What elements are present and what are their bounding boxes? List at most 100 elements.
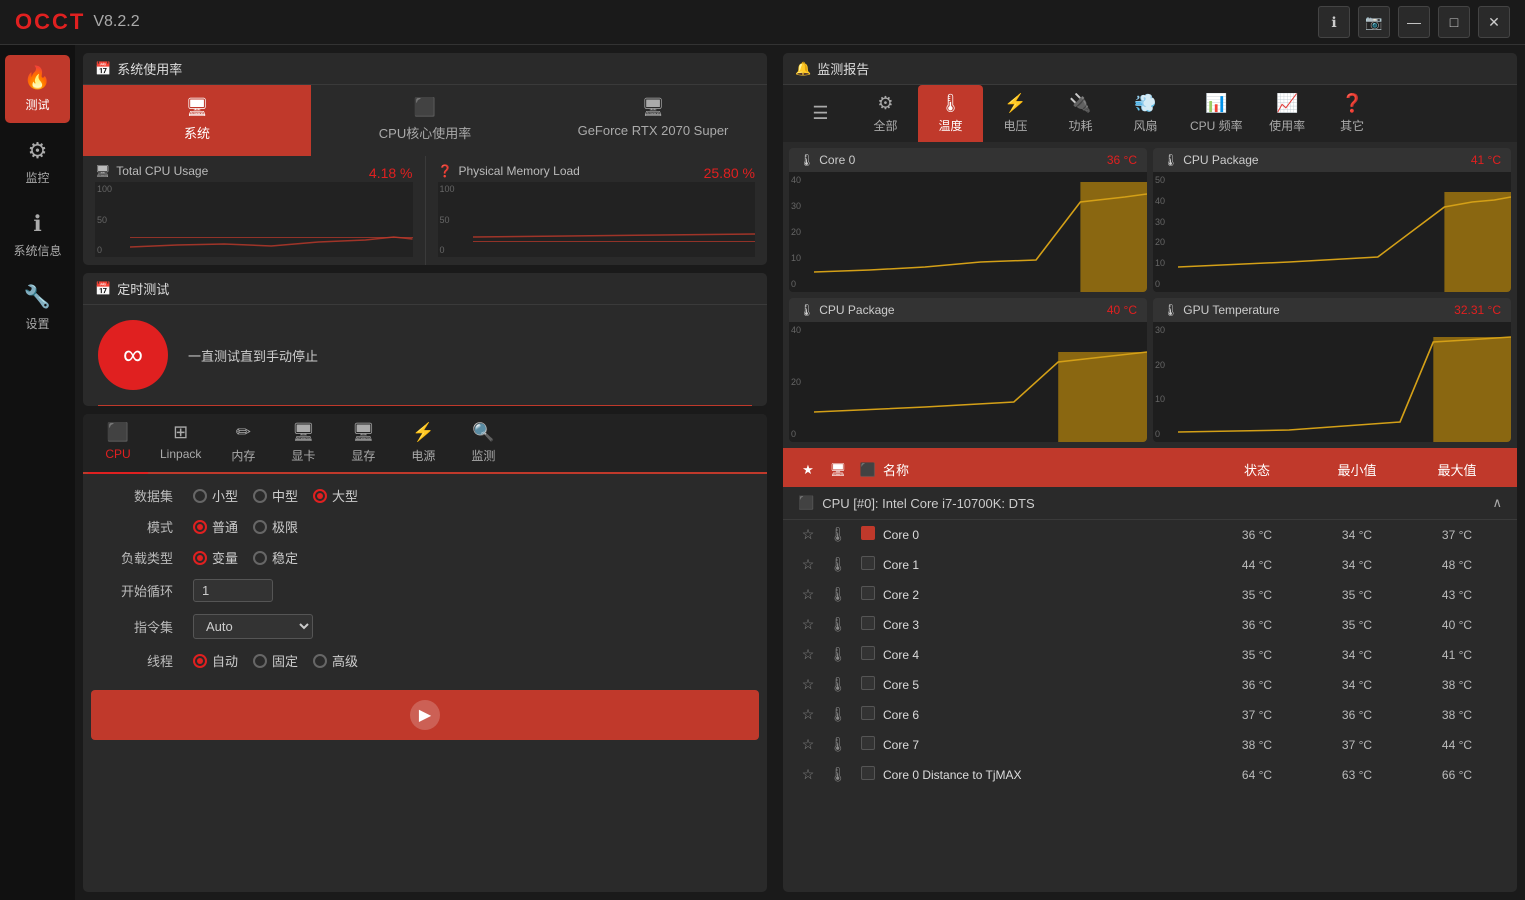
cell-star-8[interactable]: ☆ (793, 766, 823, 783)
cell-min-4: 34 °C (1307, 648, 1407, 662)
cell-star-4[interactable]: ☆ (793, 646, 823, 663)
cell-check-1[interactable] (853, 556, 883, 573)
table-header: ★ 🖥 ⬛ 名称 状态 最小值 最大值 (783, 452, 1517, 487)
tab-all[interactable]: ⚙ 全部 (853, 85, 918, 142)
cell-name-3: Core 3 (883, 618, 1207, 632)
infinity-button[interactable]: ∞ (98, 320, 168, 390)
tab-gpu-mem[interactable]: 🖥 显存 (333, 414, 393, 472)
radio-advanced-circle (313, 654, 327, 668)
mode-normal[interactable]: 普通 (193, 517, 238, 536)
maximize-button[interactable]: □ (1438, 6, 1470, 38)
test-section: ⬛ CPU ⊞ Linpack ✏ 内存 🖥 显卡 (83, 414, 767, 892)
close-button[interactable]: ✕ (1478, 6, 1510, 38)
chart-cpu-pkg1-value: 41 °C (1471, 153, 1501, 167)
chart-cpu-pkg1-title: CPU Package (1183, 153, 1258, 167)
usage-tabs: 🖥 系统 ⬛ CPU核心使用率 🖥 GeForce RTX 2070 Super (83, 85, 767, 156)
dataset-small-label: 小型 (212, 486, 238, 505)
monitor-report-header: 🔔 监测报告 (783, 53, 1517, 85)
cell-name-1: Core 1 (883, 558, 1207, 572)
instruction-set-select[interactable]: Auto (193, 614, 313, 639)
tab-menu[interactable]: ☰ (788, 95, 853, 132)
mode-normal-label: 普通 (212, 517, 238, 536)
threads-auto[interactable]: 自动 (193, 651, 238, 670)
start-loop-input[interactable] (193, 579, 273, 602)
cell-star-3[interactable]: ☆ (793, 616, 823, 633)
dataset-medium[interactable]: 中型 (253, 486, 298, 505)
tab-other[interactable]: ❓ 其它 (1320, 85, 1385, 142)
cell-star-2[interactable]: ☆ (793, 586, 823, 603)
play-button[interactable]: ▶ (410, 700, 440, 730)
dataset-small[interactable]: 小型 (193, 486, 238, 505)
info-button[interactable]: ℹ (1318, 6, 1350, 38)
dataset-large[interactable]: 大型 (313, 486, 358, 505)
tab-gpu[interactable]: 🖥 GeForce RTX 2070 Super (539, 85, 767, 156)
system-usage-section: 📅 系统使用率 🖥 系统 ⬛ CPU核心使用率 🖥 GeForce (83, 53, 767, 265)
tab-temp[interactable]: 🌡 温度 (918, 85, 983, 142)
left-nav: 🔥 测试 ⚙ 监控 ℹ 系统信息 🔧 设置 (0, 45, 75, 900)
play-bar[interactable]: ▶ (91, 690, 759, 740)
tab-power-label: 功耗 (1068, 117, 1092, 134)
chart-cpu-pkg1: 🌡 CPU Package 41 °C 50403020100 (1153, 148, 1511, 292)
cell-check-5[interactable] (853, 676, 883, 693)
system-usage-title: 系统使用率 (117, 59, 182, 78)
cell-star-7[interactable]: ☆ (793, 736, 823, 753)
tab-usage[interactable]: 📈 使用率 (1255, 85, 1320, 142)
cell-check-3[interactable] (853, 616, 883, 633)
cell-star-6[interactable]: ☆ (793, 706, 823, 723)
cell-star-5[interactable]: ☆ (793, 676, 823, 693)
cell-check-2[interactable] (853, 586, 883, 603)
nav-item-settings[interactable]: 🔧 设置 (5, 274, 70, 342)
cell-star-1[interactable]: ☆ (793, 556, 823, 573)
calendar-icon: 📅 (95, 61, 111, 77)
nav-item-monitor[interactable]: ⚙ 监控 (5, 128, 70, 196)
cell-status-0: 36 °C (1207, 528, 1307, 542)
power-tab-icon2: 🔌 (1069, 93, 1091, 114)
cell-check-8[interactable] (853, 766, 883, 783)
memory-metric: ❓ Physical Memory Load 25.80 % 100500 (426, 156, 768, 265)
tab-gpu-mem-label: 显存 (351, 447, 375, 464)
threads-fixed[interactable]: 固定 (253, 651, 298, 670)
chart-gpu-temp-header: 🌡 GPU Temperature 32.31 °C (1153, 298, 1511, 322)
cell-name-2: Core 2 (883, 588, 1207, 602)
load-variable[interactable]: 变量 (193, 548, 238, 567)
nav-item-test[interactable]: 🔥 测试 (5, 55, 70, 123)
nav-item-sysinfo[interactable]: ℹ 系统信息 (5, 201, 70, 269)
threads-radio-group: 自动 固定 高级 (193, 651, 358, 670)
cell-check-6[interactable] (853, 706, 883, 723)
tab-monitor-test[interactable]: 🔍 监测 (453, 414, 513, 472)
start-loop-label: 开始循环 (103, 581, 173, 600)
tab-cpu-cores[interactable]: ⬛ CPU核心使用率 (311, 85, 539, 156)
mode-extreme[interactable]: 极限 (253, 517, 298, 536)
tab-fan[interactable]: 💨 风扇 (1113, 85, 1178, 142)
memory-chart: 100500 (438, 182, 756, 257)
tab-system[interactable]: 🖥 系统 (83, 85, 311, 156)
tab-voltage[interactable]: ⚡ 电压 (983, 85, 1048, 142)
cell-star-0[interactable]: ☆ (793, 526, 823, 543)
minimize-button[interactable]: — (1398, 6, 1430, 38)
threads-advanced[interactable]: 高级 (313, 651, 358, 670)
table-row: ☆ 🌡 Core 3 36 °C 35 °C 40 °C (783, 610, 1517, 640)
cell-max-1: 48 °C (1407, 558, 1507, 572)
memory-icon: ❓ (438, 164, 453, 178)
tab-linpack[interactable]: ⊞ Linpack (148, 414, 213, 472)
radio-medium-circle (253, 489, 267, 503)
tab-power[interactable]: ⚡ 电源 (393, 414, 453, 472)
load-stable[interactable]: 稳定 (253, 548, 298, 567)
thermometer-icon-1: 🌡 (1163, 153, 1178, 167)
chart-cpu-pkg2-title: CPU Package (819, 303, 894, 317)
tab-memory[interactable]: ✏ 内存 (213, 414, 273, 472)
cell-status-8: 64 °C (1207, 768, 1307, 782)
tab-other-label: 其它 (1340, 117, 1364, 134)
camera-button[interactable]: 📷 (1358, 6, 1390, 38)
cell-check-4[interactable] (853, 646, 883, 663)
tab-cpu[interactable]: ⬛ CPU (88, 414, 148, 474)
cell-monitor-5: 🌡 (823, 676, 853, 693)
collapse-icon[interactable]: ∧ (1492, 495, 1502, 511)
cell-check-0[interactable] (853, 526, 883, 543)
tab-power[interactable]: 🔌 功耗 (1048, 85, 1113, 142)
cell-check-7[interactable] (853, 736, 883, 753)
tab-gpu-render[interactable]: 🖥 显卡 (273, 414, 333, 472)
cpu-cores-icon: ⬛ (414, 97, 436, 118)
cell-max-8: 66 °C (1407, 768, 1507, 782)
tab-cpu-freq[interactable]: 📊 CPU 频率 (1178, 85, 1255, 142)
